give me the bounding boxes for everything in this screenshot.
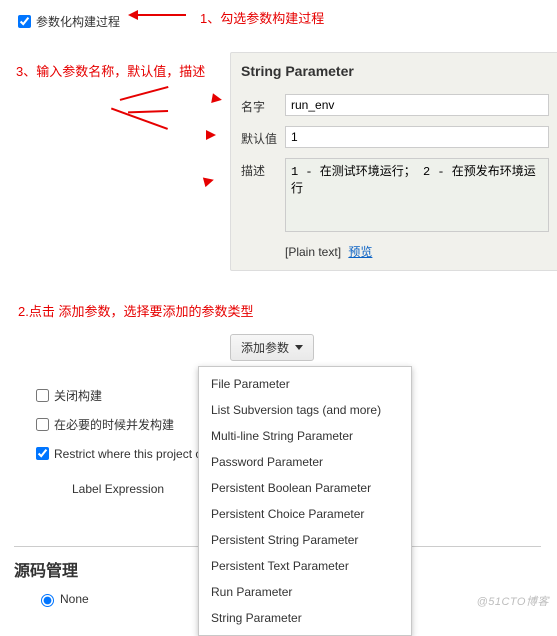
dropdown-item[interactable]: Persistent String Parameter	[199, 527, 411, 553]
dropdown-item[interactable]: Persistent Choice Parameter	[199, 501, 411, 527]
scm-none-label: None	[60, 592, 89, 606]
add-param-button[interactable]: 添加参数	[230, 334, 314, 361]
scm-none-radio[interactable]	[41, 594, 54, 607]
restrict-label: Restrict where this project ca	[54, 447, 208, 461]
dropdown-item[interactable]: List Subversion tags (and more)	[199, 397, 411, 423]
plain-text-label: [Plain text]	[285, 245, 341, 259]
concurrent-build-checkbox[interactable]	[36, 418, 49, 431]
name-input[interactable]	[285, 94, 549, 116]
add-param-label: 添加参数	[241, 339, 289, 356]
dropdown-item[interactable]: Password Parameter	[199, 449, 411, 475]
parametrize-label: 参数化构建过程	[36, 13, 120, 30]
close-build-checkbox[interactable]	[36, 389, 49, 402]
dropdown-item[interactable]: String Parameter	[199, 605, 411, 631]
default-input[interactable]	[285, 126, 549, 148]
annotation-1: 1、勾选参数构建过程	[200, 8, 324, 27]
restrict-checkbox[interactable]	[36, 447, 49, 460]
concurrent-build-label: 在必要的时候并发构建	[54, 416, 174, 433]
dropdown-item[interactable]: Multi-line String Parameter	[199, 423, 411, 449]
caret-down-icon	[295, 345, 303, 350]
preview-link[interactable]: 预览	[348, 245, 372, 259]
panel-title: String Parameter	[241, 63, 549, 89]
annotation-2: 2.点击 添加参数，选择要添加的参数类型	[14, 271, 557, 328]
dropdown-item[interactable]: File Parameter	[199, 371, 411, 397]
dropdown-item[interactable]: Persistent Text Parameter	[199, 553, 411, 579]
watermark: @51CTO博客	[477, 593, 549, 609]
parametrize-checkbox[interactable]	[18, 15, 31, 28]
dropdown-item[interactable]: Persistent Boolean Parameter	[199, 475, 411, 501]
add-param-dropdown: File Parameter List Subversion tags (and…	[198, 366, 412, 636]
close-build-label: 关闭构建	[54, 387, 102, 404]
dropdown-item[interactable]: Run Parameter	[199, 579, 411, 605]
desc-label: 描述	[241, 158, 285, 179]
desc-textarea[interactable]	[285, 158, 549, 232]
default-label: 默认值	[241, 126, 285, 147]
name-label: 名字	[241, 94, 285, 115]
